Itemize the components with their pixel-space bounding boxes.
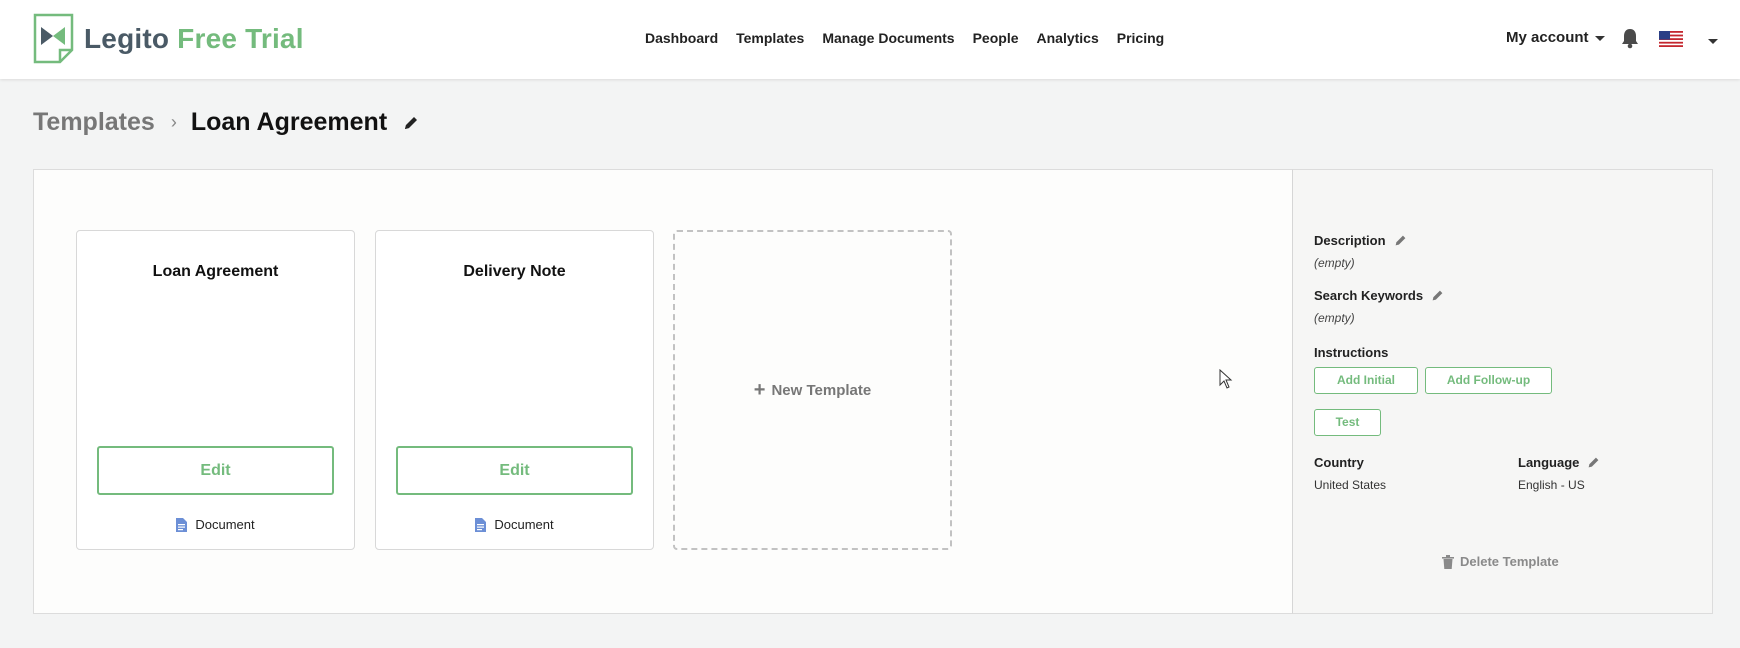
logo-mark-icon xyxy=(33,13,74,64)
country-label: Country xyxy=(1314,455,1364,470)
my-account-dropdown[interactable]: My account xyxy=(1506,29,1605,46)
logo-trial-text: Free Trial xyxy=(177,22,304,54)
language-value: English - US xyxy=(1518,478,1585,492)
logo-text: Legito Free Trial xyxy=(84,23,304,55)
breadcrumb-templates-link[interactable]: Templates xyxy=(33,108,155,137)
nav-dashboard[interactable]: Dashboard xyxy=(645,30,718,46)
new-template-text: New Template xyxy=(771,381,872,399)
edit-button[interactable]: Edit xyxy=(97,446,334,495)
edit-button[interactable]: Edit xyxy=(396,446,633,495)
template-card-loan-agreement: Loan Agreement Edit Document xyxy=(76,230,355,550)
description-label: Description xyxy=(1314,233,1407,248)
country-value: United States xyxy=(1314,478,1387,492)
search-keywords-label: Search Keywords xyxy=(1314,288,1444,303)
language-caret-down-icon[interactable] xyxy=(1708,39,1718,44)
nav-templates[interactable]: Templates xyxy=(736,30,804,46)
breadcrumb-separator-icon: › xyxy=(170,112,177,132)
card-type-label: Document xyxy=(494,517,554,532)
language-label: Language xyxy=(1518,455,1600,470)
card-type-label: Document xyxy=(195,517,255,532)
search-keywords-label-text: Search Keywords xyxy=(1314,288,1424,303)
logo[interactable]: Legito Free Trial xyxy=(33,13,304,64)
nav-analytics[interactable]: Analytics xyxy=(1037,30,1099,46)
edit-description-pencil-icon[interactable] xyxy=(1394,234,1407,247)
nav-manage-documents[interactable]: Manage Documents xyxy=(822,30,954,46)
document-icon xyxy=(176,517,188,532)
template-card-delivery-note: Delivery Note Edit Document xyxy=(375,230,654,550)
description-label-text: Description xyxy=(1314,233,1386,248)
trash-icon xyxy=(1442,554,1454,569)
mouse-cursor-icon xyxy=(1219,369,1233,389)
bell-icon[interactable] xyxy=(1620,27,1640,49)
delete-template-label: Delete Template xyxy=(1460,554,1559,569)
test-button[interactable]: Test xyxy=(1314,409,1381,436)
edit-keywords-pencil-icon[interactable] xyxy=(1431,289,1444,302)
page-title: Loan Agreement xyxy=(190,108,388,136)
nav-people[interactable]: People xyxy=(973,30,1019,46)
breadcrumb: Templates › Loan Agreement xyxy=(33,108,419,137)
plus-icon: + xyxy=(753,379,766,401)
edit-language-pencil-icon[interactable] xyxy=(1587,456,1600,469)
language-label-text: Language xyxy=(1518,455,1580,470)
edit-title-pencil-icon[interactable] xyxy=(403,115,419,131)
new-template-card[interactable]: + New Template xyxy=(673,230,952,550)
card-type: Document xyxy=(376,517,653,532)
nav-pricing[interactable]: Pricing xyxy=(1117,30,1164,46)
main-nav: Dashboard Templates Manage Documents Peo… xyxy=(645,30,1164,46)
add-follow-up-button[interactable]: Add Follow-up xyxy=(1425,367,1552,394)
add-initial-button[interactable]: Add Initial xyxy=(1314,367,1418,394)
card-type: Document xyxy=(77,517,354,532)
delete-template-button[interactable]: Delete Template xyxy=(1442,554,1559,569)
new-template-label: + New Template xyxy=(675,380,950,400)
card-title: Delivery Note xyxy=(463,263,566,280)
card-title: Loan Agreement xyxy=(152,263,279,280)
document-icon xyxy=(475,517,487,532)
search-keywords-value: (empty) xyxy=(1314,311,1355,325)
caret-down-icon xyxy=(1594,36,1605,41)
instructions-label: Instructions xyxy=(1314,345,1389,360)
us-flag-icon[interactable] xyxy=(1659,31,1683,47)
top-header: Legito Free Trial Dashboard Templates Ma… xyxy=(0,0,1740,79)
account-label: My account xyxy=(1506,29,1589,46)
logo-main-text: Legito xyxy=(84,22,170,54)
description-value: (empty) xyxy=(1314,256,1355,270)
